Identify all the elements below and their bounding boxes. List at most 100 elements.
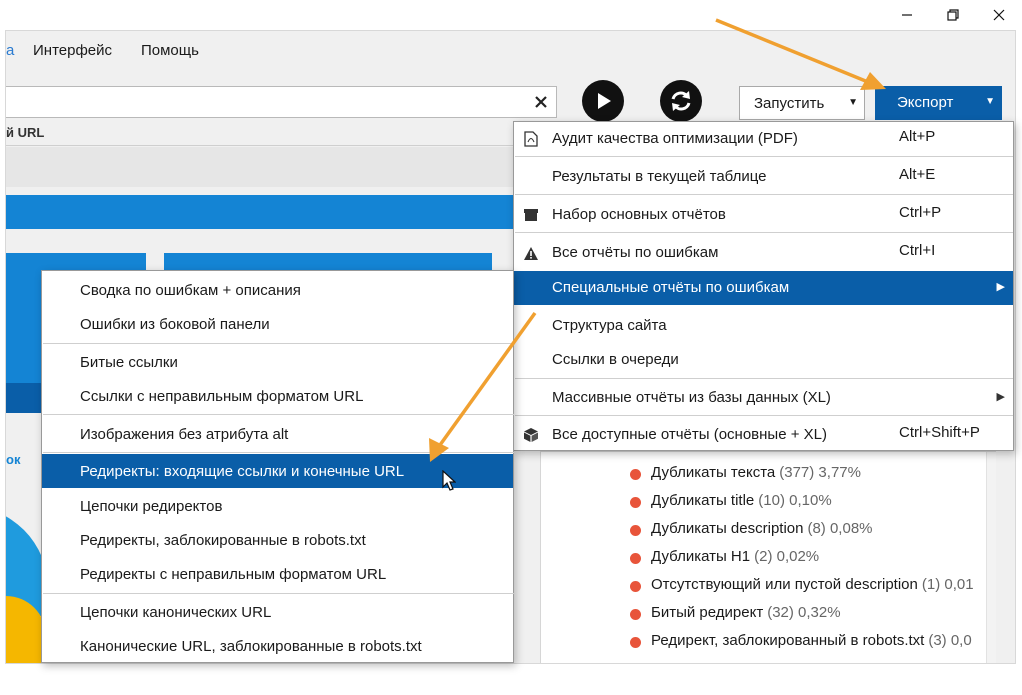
export-menu-shortcut: Ctrl+Shift+P xyxy=(899,424,980,441)
window-controls xyxy=(884,0,1022,30)
special-reports-submenu: Сводка по ошибкам + описания Ошибки из б… xyxy=(41,270,514,663)
issue-label: Отсутствующий или пустой description xyxy=(651,576,918,593)
menu-divider xyxy=(515,194,1013,195)
url-column-label: й URL xyxy=(6,125,45,140)
export-button[interactable]: Экспорт ▼ xyxy=(875,86,1002,120)
url-column-header: й URL xyxy=(6,121,526,146)
submenu-item-images-no-alt[interactable]: Изображения без атрибута alt xyxy=(42,417,513,451)
issue-row[interactable]: Дубликаты description (8) 0,08% xyxy=(630,520,990,542)
export-menu-label: Аудит качества оптимизации (PDF) xyxy=(552,130,798,147)
close-icon xyxy=(993,9,1005,21)
export-menu-item-pdf-audit[interactable]: Аудит качества оптимизации (PDF) Alt+P xyxy=(514,122,1013,156)
export-menu-item-bulk-db-reports[interactable]: Массивные отчёты из базы данных (XL) ▶ xyxy=(514,381,1013,415)
status-dot-icon xyxy=(630,553,641,564)
issue-label: Дубликаты title xyxy=(651,492,755,509)
issue-row[interactable]: Битый редирект (32) 0,32% xyxy=(630,604,990,626)
minimize-button[interactable] xyxy=(884,0,930,30)
url-input[interactable] xyxy=(6,86,557,118)
minimize-icon xyxy=(902,14,912,16)
export-menu-shortcut: Ctrl+P xyxy=(899,204,942,221)
menu-divider xyxy=(515,415,1013,416)
dashboard-tile xyxy=(6,383,46,413)
submenu-label: Канонические URL, заблокированные в robo… xyxy=(80,638,422,655)
submenu-item-canonical-chains[interactable]: Цепочки канонических URL xyxy=(42,595,513,629)
export-menu-item-basic-reports[interactable]: Набор основных отчётов Ctrl+P xyxy=(514,198,1013,232)
submenu-item-broken-links[interactable]: Битые ссылки xyxy=(42,345,513,379)
menu-divider xyxy=(515,378,1013,379)
refresh-button[interactable] xyxy=(660,80,702,122)
tabs-area xyxy=(6,147,521,187)
export-menu-item-error-reports[interactable]: Все отчёты по ошибкам Ctrl+I xyxy=(514,236,1013,270)
start-button[interactable] xyxy=(582,80,624,122)
export-menu-label: Все доступные отчёты (основные + XL) xyxy=(552,426,827,443)
issue-row[interactable]: Редирект, заблокированный в robots.txt (3… xyxy=(630,632,990,654)
menu-item-interface[interactable]: Интерфейс xyxy=(33,42,112,59)
export-menu-item-queued-links[interactable]: Ссылки в очереди xyxy=(514,343,1013,377)
restore-button[interactable] xyxy=(930,0,976,30)
issue-row[interactable]: Дубликаты H1 (2) 0,02% xyxy=(630,548,990,570)
submenu-item-sidebar-errors[interactable]: Ошибки из боковой панели xyxy=(42,307,513,341)
submenu-item-canonical-robots[interactable]: Канонические URL, заблокированные в robo… xyxy=(42,629,513,663)
submenu-item-redirects-malformed[interactable]: Редиректы с неправильным форматом URL xyxy=(42,557,513,591)
close-button[interactable] xyxy=(976,0,1022,30)
menu-divider xyxy=(43,414,514,415)
issue-count: (2) 0,02% xyxy=(754,548,820,565)
issue-count: (377) 3,77% xyxy=(779,464,861,481)
export-menu-label: Массивные отчёты из базы данных (XL) xyxy=(552,389,831,406)
export-menu-item-special-error-reports[interactable]: Специальные отчёты по ошибкам ▶ xyxy=(514,271,1013,305)
issue-row[interactable]: Отсутствующий или пустой description (1) … xyxy=(630,576,990,598)
submenu-label: Цепочки редиректов xyxy=(80,498,223,515)
play-icon xyxy=(598,93,611,109)
status-dot-icon xyxy=(630,581,641,592)
dashboard-header-bar xyxy=(6,195,521,229)
issue-count: (32) 0,32% xyxy=(767,604,841,621)
issue-label: Битый редирект xyxy=(651,604,764,621)
submenu-label: Редиректы с неправильным форматом URL xyxy=(80,566,387,583)
issue-count: (10) 0,10% xyxy=(758,492,832,509)
export-menu-label: Структура сайта xyxy=(552,317,667,334)
menu-item-cut[interactable]: а xyxy=(6,42,14,59)
archive-icon xyxy=(523,207,539,223)
submenu-label: Сводка по ошибкам + описания xyxy=(80,282,301,299)
issue-count: (3) 0,0 xyxy=(928,632,972,649)
export-menu-shortcut: Alt+E xyxy=(899,166,936,183)
submenu-label: Ссылки с неправильным форматом URL xyxy=(80,388,364,405)
box-icon xyxy=(523,427,539,443)
export-menu-item-current-table[interactable]: Результаты в текущей таблице Alt+E xyxy=(514,160,1013,194)
ok-label: ок xyxy=(6,452,21,467)
status-dot-icon xyxy=(630,525,641,536)
mouse-cursor-icon xyxy=(442,470,456,491)
truncated-row-fragment xyxy=(644,452,974,458)
export-menu-item-all-reports[interactable]: Все доступные отчёты (основные + XL) Ctr… xyxy=(514,418,1013,452)
export-menu-label: Ссылки в очереди xyxy=(552,351,679,368)
issue-count: (1) 0,01 xyxy=(921,576,974,593)
run-mode-label: Запустить xyxy=(754,95,825,112)
chevron-right-icon: ▶ xyxy=(996,281,1005,293)
export-menu-label: Набор основных отчётов xyxy=(552,206,726,223)
issue-row[interactable]: Дубликаты текста (377) 3,77% xyxy=(630,464,990,486)
export-menu: Аудит качества оптимизации (PDF) Alt+P Р… xyxy=(513,121,1014,451)
refresh-icon xyxy=(671,91,691,111)
warning-icon xyxy=(523,245,539,261)
menu-divider xyxy=(43,343,514,344)
close-icon xyxy=(535,96,547,108)
issue-row[interactable]: Дубликаты title (10) 0,10% xyxy=(630,492,990,514)
submenu-item-malformed-links[interactable]: Ссылки с неправильным форматом URL xyxy=(42,379,513,413)
clear-url-button[interactable] xyxy=(532,93,550,111)
export-label: Экспорт xyxy=(897,94,954,111)
submenu-item-error-summary[interactable]: Сводка по ошибкам + описания xyxy=(42,273,513,307)
menu-divider xyxy=(43,593,514,594)
submenu-item-redirects-robots[interactable]: Редиректы, заблокированные в robots.txt xyxy=(42,523,513,557)
submenu-label: Битые ссылки xyxy=(80,354,178,371)
submenu-label: Цепочки канонических URL xyxy=(80,604,272,621)
chevron-right-icon: ▶ xyxy=(996,391,1005,403)
run-mode-select[interactable]: Запустить ▼ xyxy=(739,86,865,120)
export-menu-label: Все отчёты по ошибкам xyxy=(552,244,719,261)
menu-item-help[interactable]: Помощь xyxy=(141,42,199,59)
menu-bar: а Интерфейс Помощь xyxy=(6,31,1015,71)
export-menu-label: Результаты в текущей таблице xyxy=(552,168,767,185)
export-menu-label: Специальные отчёты по ошибкам xyxy=(552,279,790,296)
issue-label: Дубликаты текста xyxy=(651,464,776,481)
submenu-item-redirect-chains[interactable]: Цепочки редиректов xyxy=(42,489,513,523)
export-menu-item-site-structure[interactable]: Структура сайта xyxy=(514,309,1013,343)
